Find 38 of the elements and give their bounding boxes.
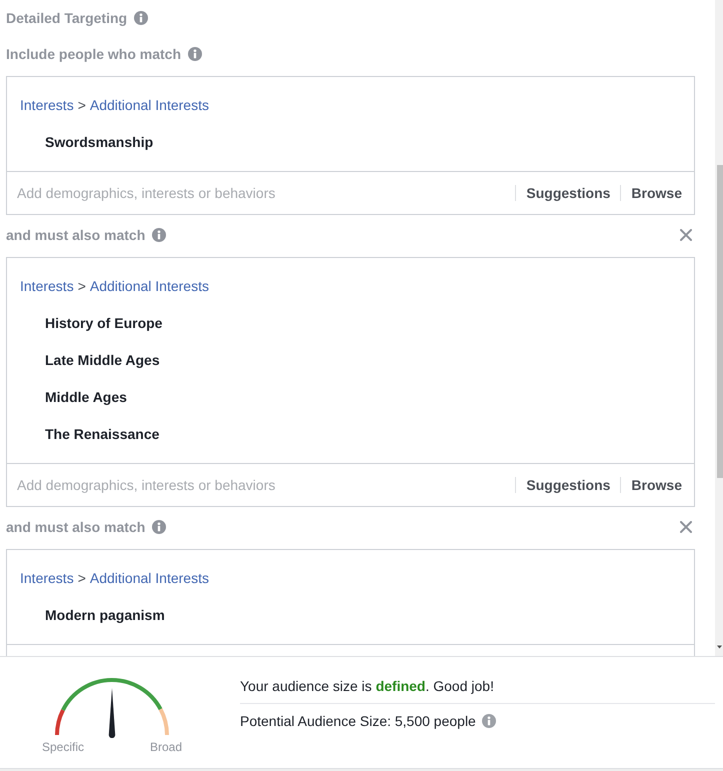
- close-icon[interactable]: [680, 229, 692, 241]
- scrollbar-thumb[interactable]: [717, 165, 723, 478]
- breadcrumb-link[interactable]: Additional Interests: [90, 570, 209, 586]
- selected-interest: Middle Ages: [45, 388, 127, 404]
- group-label: and must also match: [6, 518, 146, 537]
- audience-status-text: Your audience size is defined. Good job!: [240, 677, 495, 696]
- breadcrumb-separator: >: [78, 96, 86, 112]
- selected-interest: History of Europe: [45, 314, 162, 330]
- breadcrumb-link[interactable]: Interests: [20, 570, 74, 586]
- action-button[interactable]: Browse: [621, 183, 692, 203]
- selected-interest: Late Middle Ages: [45, 352, 160, 368]
- section-title: Detailed Targeting: [6, 9, 128, 28]
- targeting-search-field[interactable]: Add demographics, interests or behaviors: [7, 172, 516, 214]
- targeting-search-field[interactable]: Add demographics, interests or behaviors: [7, 464, 516, 506]
- group-label: and must also match: [6, 226, 146, 245]
- breadcrumb-separator: >: [78, 278, 86, 294]
- caret-down-icon[interactable]: [717, 645, 722, 649]
- breadcrumb-link[interactable]: Additional Interests: [90, 278, 209, 294]
- action-button[interactable]: Suggestions: [516, 183, 620, 203]
- gauge-label: Specific: [42, 740, 84, 754]
- info-icon: [152, 520, 166, 534]
- selected-interest: Swordsmanship: [45, 134, 154, 150]
- breadcrumb-link[interactable]: Interests: [20, 278, 74, 294]
- action-button[interactable]: Suggestions: [516, 475, 620, 495]
- action-button[interactable]: Browse: [621, 475, 692, 495]
- breadcrumb-separator: >: [78, 570, 86, 586]
- selected-interest: Modern paganism: [45, 606, 165, 622]
- breadcrumb-link[interactable]: Additional Interests: [90, 96, 209, 112]
- selected-interest: The Renaissance: [45, 426, 160, 442]
- info-icon: [134, 11, 148, 25]
- info-icon: [188, 47, 202, 61]
- close-icon[interactable]: [680, 521, 692, 533]
- group-label: Include people who match: [6, 45, 182, 64]
- breadcrumb-link[interactable]: Interests: [20, 96, 74, 112]
- info-icon: [482, 714, 496, 728]
- audience-size-text: Potential Audience Size: 5,500 people: [240, 712, 476, 731]
- info-icon: [152, 228, 166, 242]
- gauge-label: Broad: [150, 740, 182, 754]
